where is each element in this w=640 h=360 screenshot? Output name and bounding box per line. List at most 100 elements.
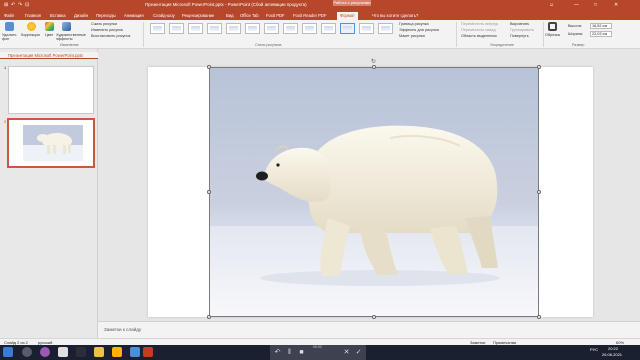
close-button[interactable]: ✕ xyxy=(614,2,618,8)
tab-view[interactable]: Вид xyxy=(226,12,234,20)
height-field[interactable]: 16,52 см xyxy=(590,23,612,29)
resize-handle[interactable] xyxy=(207,315,211,319)
corrections-button[interactable]: Коррекция xyxy=(21,33,40,37)
picture-style-1[interactable] xyxy=(150,23,165,34)
tab-insert[interactable]: Вставка xyxy=(50,12,66,20)
artistic-effects-button[interactable]: Художественные эффекты xyxy=(56,33,86,41)
document-tab[interactable]: Презентация Microsoft PowerPoint.pptx xyxy=(0,52,98,59)
picture-style-12[interactable] xyxy=(359,23,374,34)
powerpoint-icon[interactable] xyxy=(143,347,153,357)
minimize-button[interactable]: — xyxy=(574,2,579,8)
app-icon-2[interactable] xyxy=(58,347,68,357)
tab-home[interactable]: Главная xyxy=(25,12,41,20)
clock-date[interactable]: 26.06.2021 xyxy=(602,352,622,357)
title-bar: ⊞ ↶ ↷ ⊡ Презентация Microsoft PowerPoint… xyxy=(0,0,640,11)
picture-style-4[interactable] xyxy=(207,23,222,34)
color-button[interactable]: Цвет xyxy=(45,33,54,37)
width-label: Ширина: xyxy=(568,32,584,36)
cancel-icon[interactable]: ✕ xyxy=(342,348,351,357)
app-icon-5[interactable] xyxy=(130,347,140,357)
width-field[interactable]: 22,03 см xyxy=(590,31,612,37)
compress-pictures-button[interactable]: Сжать рисунки xyxy=(91,22,117,26)
window-title: Презентация Microsoft PowerPoint.pptx - … xyxy=(145,2,307,7)
crop-icon xyxy=(548,22,557,31)
resize-handle[interactable] xyxy=(207,190,211,194)
reset-picture-button[interactable]: Восстановить рисунок xyxy=(91,34,130,38)
recording-time: 00:02 xyxy=(313,345,322,349)
present-icon[interactable]: ⊡ xyxy=(25,2,29,8)
save-icon[interactable]: ⊞ xyxy=(4,2,8,8)
picture-style-5[interactable] xyxy=(226,23,241,34)
tab-review[interactable]: Рецензирование xyxy=(182,12,214,20)
tab-transitions[interactable]: Переходы xyxy=(96,12,116,20)
app-icon-4[interactable] xyxy=(112,347,122,357)
resize-handle[interactable] xyxy=(537,315,541,319)
bring-forward-button[interactable]: Переместить вперед xyxy=(461,22,498,26)
rotate-handle-icon[interactable]: ↻ xyxy=(371,58,376,65)
tab-foxit-pdf[interactable]: Foxit PDF xyxy=(266,12,285,20)
redo-icon[interactable]: ↷ xyxy=(18,2,22,8)
resize-handle[interactable] xyxy=(207,65,211,69)
separator xyxy=(143,22,144,47)
change-picture-button[interactable]: Изменить рисунок xyxy=(91,28,123,32)
slide-thumbnail-2[interactable] xyxy=(8,119,94,167)
arrange-group-label: Упорядочение xyxy=(490,43,514,47)
picture-style-11[interactable] xyxy=(340,23,355,34)
file-explorer-icon[interactable] xyxy=(94,347,104,357)
undo-icon[interactable]: ↶ xyxy=(11,2,15,8)
align-button[interactable]: Выровнять xyxy=(510,22,529,26)
resize-handle[interactable] xyxy=(372,65,376,69)
remove-background-button[interactable]: Удалить фон xyxy=(2,33,18,41)
input-language[interactable]: РУС xyxy=(590,347,598,352)
resize-handle[interactable] xyxy=(537,190,541,194)
send-backward-button[interactable]: Переместить назад xyxy=(461,28,496,32)
picture-style-13[interactable] xyxy=(378,23,393,34)
size-group-label: Размер xyxy=(572,43,585,47)
polar-bear-image xyxy=(256,125,500,286)
notes-pane[interactable]: Заметки к слайду xyxy=(98,321,640,338)
start-button[interactable] xyxy=(3,347,13,357)
picture-style-3[interactable] xyxy=(188,23,203,34)
slide-number-1: 1 xyxy=(4,65,7,70)
crop-button[interactable]: Обрезка xyxy=(545,33,560,37)
slide-thumbnail-1[interactable] xyxy=(8,66,94,114)
tell-me-search[interactable]: Что вы хотите сделать? xyxy=(372,12,418,20)
thumbnail-bear xyxy=(37,133,72,154)
tab-foxit-reader[interactable]: Foxit Reader PDF xyxy=(293,12,327,20)
picture-border-button[interactable]: Граница рисунка xyxy=(399,22,429,26)
resize-handle[interactable] xyxy=(372,315,376,319)
app-icon-1[interactable] xyxy=(40,347,50,357)
picture-effects-button[interactable]: Эффекты для рисунка xyxy=(399,28,439,32)
tab-slideshow[interactable]: Слайд-шоу xyxy=(153,12,175,20)
resize-handle[interactable] xyxy=(537,65,541,69)
group-button[interactable]: Группировать xyxy=(510,28,534,32)
rewind-icon[interactable]: ↶ xyxy=(273,348,282,357)
corrections-icon xyxy=(27,22,36,31)
picture-style-9[interactable] xyxy=(302,23,317,34)
ribbon-tabs: Файл Главная Вставка Дизайн Переходы Ани… xyxy=(0,11,640,20)
clock-time[interactable]: 20:22 xyxy=(608,346,618,351)
pause-icon[interactable]: ‖ xyxy=(285,348,294,357)
recording-toolbar: 00:02 ↶ ‖ ■ ✕ ✓ xyxy=(270,345,366,360)
tab-file[interactable]: Файл xyxy=(4,12,14,20)
remove-background-icon xyxy=(5,22,14,31)
picture-style-7[interactable] xyxy=(264,23,279,34)
picture-style-10[interactable] xyxy=(321,23,336,34)
tab-animations[interactable]: Анимация xyxy=(124,12,144,20)
rotate-button[interactable]: Повернуть xyxy=(510,34,529,38)
app-icon-3[interactable] xyxy=(76,347,86,357)
tab-format[interactable]: Формат xyxy=(337,12,358,20)
confirm-icon[interactable]: ✓ xyxy=(354,348,363,357)
tab-design[interactable]: Дизайн xyxy=(74,12,88,20)
account-icon[interactable]: ☺ xyxy=(549,2,554,8)
stop-icon[interactable]: ■ xyxy=(297,348,306,357)
tab-office-tab[interactable]: Office Tab xyxy=(240,12,259,20)
polar-bear-picture[interactable] xyxy=(209,67,539,317)
maximize-button[interactable]: □ xyxy=(594,2,597,8)
picture-style-8[interactable] xyxy=(283,23,298,34)
selection-pane-button[interactable]: Область выделения xyxy=(461,34,497,38)
search-icon[interactable] xyxy=(22,347,32,357)
picture-layout-button[interactable]: Макет рисунка xyxy=(399,34,425,38)
picture-style-6[interactable] xyxy=(245,23,260,34)
picture-style-2[interactable] xyxy=(169,23,184,34)
